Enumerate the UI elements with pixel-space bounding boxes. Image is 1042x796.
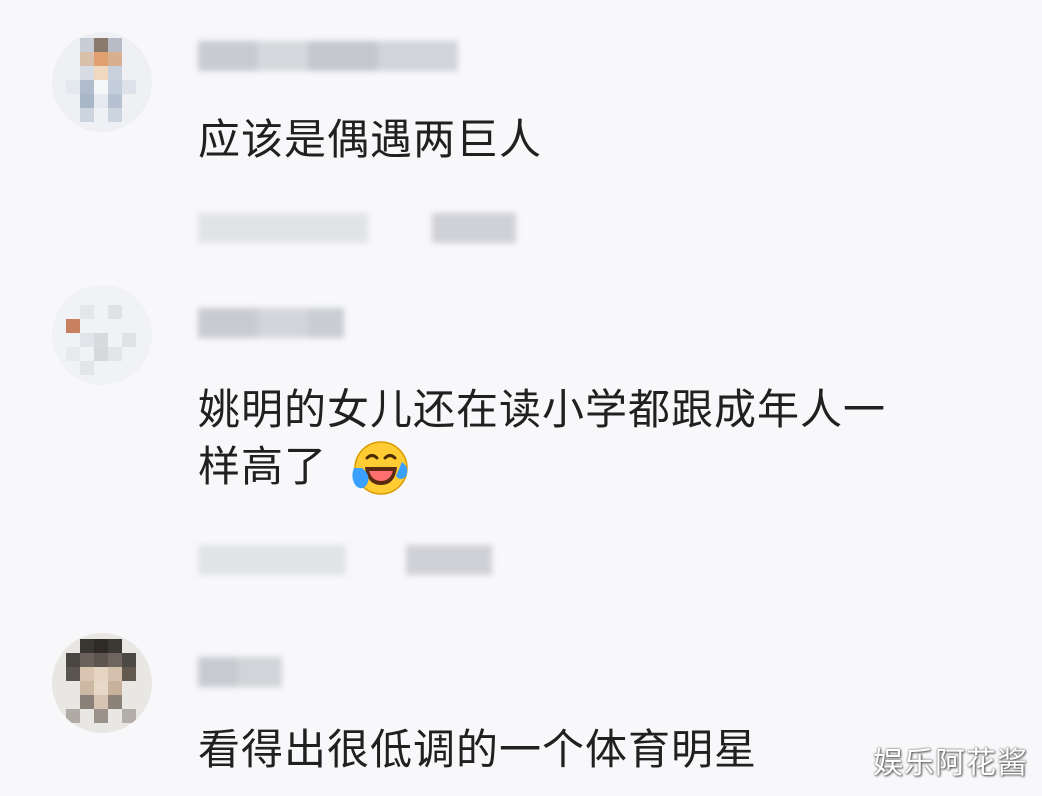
user-avatar[interactable] (52, 633, 152, 733)
username-blurred[interactable] (198, 305, 344, 341)
watermark-text: 娱乐阿花酱 (873, 746, 1028, 781)
user-avatar[interactable] (52, 32, 152, 132)
user-avatar[interactable] (52, 285, 152, 385)
timestamp-blurred (198, 210, 368, 246)
comment-text: 看得出很低调的一个体育明星 (198, 725, 758, 774)
laughing-crying-emoji-icon (352, 441, 408, 495)
comment-text-line: 样高了 (198, 442, 328, 491)
username-blurred[interactable] (198, 38, 458, 74)
reply-button-blurred[interactable] (432, 210, 516, 246)
reply-button-blurred[interactable] (406, 542, 492, 578)
comment-thread: 应该是偶遇两巨人 姚明的女儿还在读小学都跟成年人一 样高了 看得出很低调的一个体… (0, 0, 1042, 796)
comment-text: 应该是偶遇两巨人 (198, 115, 543, 164)
comment-text-line: 姚明的女儿还在读小学都跟成年人一 (198, 385, 887, 434)
timestamp-blurred (198, 542, 346, 578)
username-blurred[interactable] (198, 654, 282, 690)
